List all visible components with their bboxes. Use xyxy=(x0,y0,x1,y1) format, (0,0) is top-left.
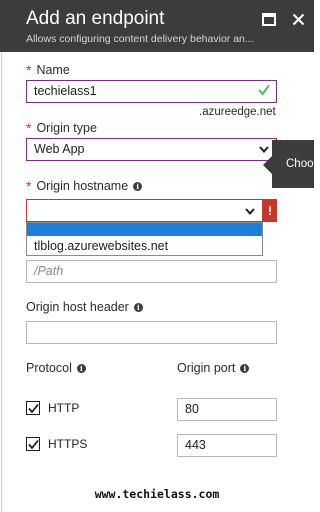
name-input-value: techielass1 xyxy=(34,84,97,98)
checkmark-icon xyxy=(27,403,39,413)
origin-hostname-select[interactable] xyxy=(26,199,263,222)
info-icon[interactable]: i xyxy=(133,302,143,312)
http-checkbox[interactable] xyxy=(26,401,40,415)
origin-type-select[interactable]: Web App xyxy=(26,138,277,161)
origin-hostname-label-text: Origin hostname xyxy=(36,179,129,193)
http-label: HTTP xyxy=(48,401,80,415)
required-marker: * xyxy=(26,120,32,136)
origin-type-label-text: Origin type xyxy=(36,121,97,135)
name-input[interactable]: techielass1 xyxy=(26,80,277,103)
maximize-button[interactable] xyxy=(258,8,280,30)
origin-path-placeholder: /Path xyxy=(34,264,64,278)
valid-check-icon xyxy=(258,84,270,96)
origin-type-label: * Origin type xyxy=(26,120,97,136)
info-icon[interactable]: i xyxy=(133,181,143,191)
watermark: www.techielass.com xyxy=(94,487,220,501)
http-port-value: 80 xyxy=(185,402,199,416)
close-icon xyxy=(292,13,304,25)
name-label: * Name xyxy=(26,62,70,78)
http-port-input[interactable]: 80 xyxy=(177,398,277,421)
tooltip-tail xyxy=(263,156,272,174)
https-port-value: 443 xyxy=(185,438,206,452)
https-port-input[interactable]: 443 xyxy=(177,434,277,457)
origin-port-label-text: Origin port xyxy=(177,361,236,375)
blade-left-border xyxy=(1,52,2,512)
tooltip-callout: Choo xyxy=(272,140,314,188)
required-marker: * xyxy=(26,62,32,78)
blade-header: Add an endpoint Allows configuring conte… xyxy=(0,0,314,52)
origin-host-header-input[interactable] xyxy=(26,321,277,344)
error-badge: ! xyxy=(263,199,277,222)
dropdown-option[interactable]: tlblog.azurewebsites.net xyxy=(34,239,168,253)
close-button[interactable] xyxy=(287,8,309,30)
dropdown-highlighted-item[interactable] xyxy=(27,223,262,236)
name-label-text: Name xyxy=(36,63,70,77)
origin-path-input[interactable]: /Path xyxy=(26,260,277,283)
origin-hostname-dropdown: tlblog.azurewebsites.net xyxy=(26,222,263,256)
https-label: HTTPS xyxy=(48,437,88,451)
info-icon[interactable]: i xyxy=(76,363,86,373)
add-endpoint-blade: Add an endpoint Allows configuring conte… xyxy=(0,0,314,512)
required-marker: * xyxy=(26,178,32,194)
origin-type-value: Web App xyxy=(34,142,85,156)
origin-host-header-label: Origin host header i xyxy=(26,300,143,314)
domain-suffix: .azureedge.net xyxy=(199,106,276,118)
info-icon[interactable]: i xyxy=(240,363,250,373)
maximize-icon xyxy=(262,12,276,26)
blade-title: Add an endpoint xyxy=(26,8,165,29)
chevron-down-icon xyxy=(259,146,269,154)
https-checkbox[interactable] xyxy=(26,437,40,451)
protocol-label-text: Protocol xyxy=(26,361,72,375)
origin-port-label: Origin port i xyxy=(177,361,250,375)
checkmark-icon xyxy=(27,439,39,449)
blade-subtitle: Allows configuring content delivery beha… xyxy=(26,33,254,45)
chevron-down-icon xyxy=(245,208,255,216)
origin-hostname-label: * Origin hostname i xyxy=(26,178,143,194)
protocol-label: Protocol i xyxy=(26,361,86,375)
origin-host-header-label-text: Origin host header xyxy=(26,300,129,314)
